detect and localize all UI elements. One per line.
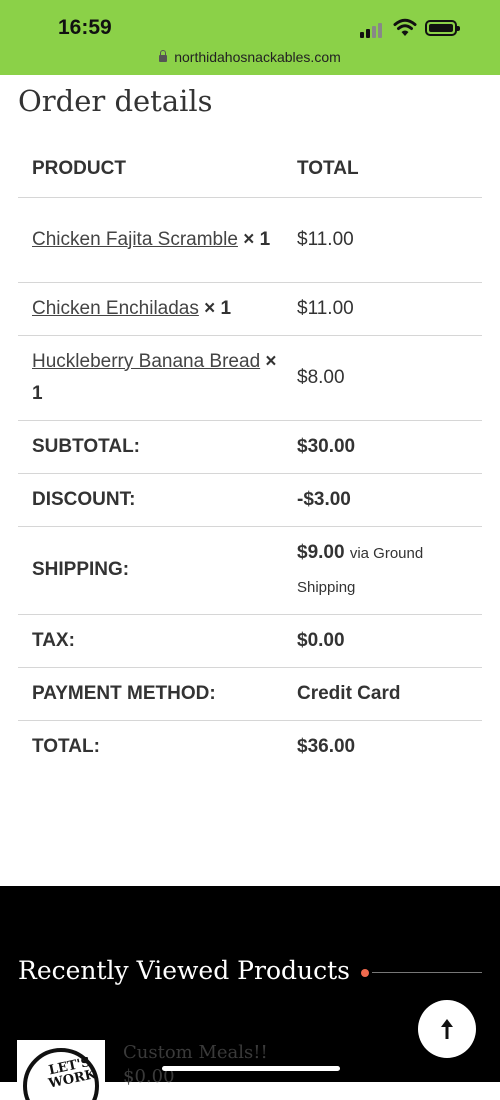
payment-method-value: Credit Card <box>283 667 482 721</box>
shipping-value: $9.00 <box>297 542 345 563</box>
lock-icon <box>159 49 168 62</box>
total-column-header: TOTAL <box>283 141 482 198</box>
clock: 16:59 <box>58 16 112 39</box>
table-row: SUBTOTAL: $30.00 <box>18 420 482 474</box>
table-row: Chicken Enchiladas × 1 $11.00 <box>18 282 482 336</box>
total-label: TOTAL: <box>32 735 100 757</box>
back-to-top-button[interactable] <box>418 1000 476 1058</box>
divider <box>372 972 482 973</box>
table-row: DISCOUNT: -$3.00 <box>18 473 482 527</box>
product-quantity: × 1 <box>243 228 271 250</box>
product-quantity: × 1 <box>204 297 232 319</box>
shipping-label: SHIPPING: <box>18 526 283 615</box>
discount-label: DISCOUNT: <box>18 473 283 527</box>
order-details-table: PRODUCT TOTAL Chicken Fajita Scramble × … <box>18 141 482 773</box>
page-title: Order details <box>18 84 213 118</box>
table-row: TOTAL: $36.00 <box>18 720 482 773</box>
battery-icon <box>425 20 460 36</box>
table-header-row: PRODUCT TOTAL <box>18 141 482 198</box>
wifi-icon <box>393 18 417 36</box>
line-total: $11.00 <box>283 282 482 336</box>
signal-icon <box>360 22 386 38</box>
table-row: SHIPPING: $9.00 via Ground Shipping <box>18 526 482 615</box>
table-row: Huckleberry Banana Bread × 1 $8.00 <box>18 335 482 421</box>
recent-product-name[interactable]: Custom Meals!! <box>123 1042 268 1063</box>
discount-value: -$3.00 <box>283 473 482 527</box>
url-text: northidahosnackables.com <box>174 49 341 65</box>
subtotal-value: $30.00 <box>283 420 482 474</box>
product-link[interactable]: Huckleberry Banana Bread <box>32 351 260 372</box>
line-total: $11.00 <box>283 197 482 283</box>
subtotal-label: SUBTOTAL: <box>18 420 283 474</box>
url-bar[interactable]: northidahosnackables.com <box>0 49 500 65</box>
arrow-up-icon <box>441 1019 453 1039</box>
table-row: PAYMENT METHOD: Credit Card <box>18 667 482 721</box>
accent-dot <box>361 969 369 977</box>
table-row: Chicken Fajita Scramble × 1 $11.00 <box>18 197 482 283</box>
table-row: TAX: $0.00 <box>18 614 482 668</box>
tax-value: $0.00 <box>283 614 482 668</box>
total-value: $36.00 <box>297 735 356 757</box>
line-total: $8.00 <box>283 335 482 421</box>
home-indicator <box>162 1066 340 1071</box>
payment-method-label: PAYMENT METHOD: <box>18 667 283 721</box>
product-thumbnail[interactable]: LET'S WORK <box>17 1040 105 1100</box>
product-link[interactable]: Chicken Enchiladas <box>32 298 199 319</box>
footer: Recently Viewed Products LET'S WORK Cust… <box>0 886 500 1100</box>
product-link[interactable]: Chicken Fajita Scramble <box>32 229 238 250</box>
tax-label: TAX: <box>18 614 283 668</box>
status-bar: 16:59 northidahosnackables.com <box>0 0 500 75</box>
recently-viewed-title: Recently Viewed Products <box>18 956 350 985</box>
product-column-header: PRODUCT <box>18 141 283 198</box>
